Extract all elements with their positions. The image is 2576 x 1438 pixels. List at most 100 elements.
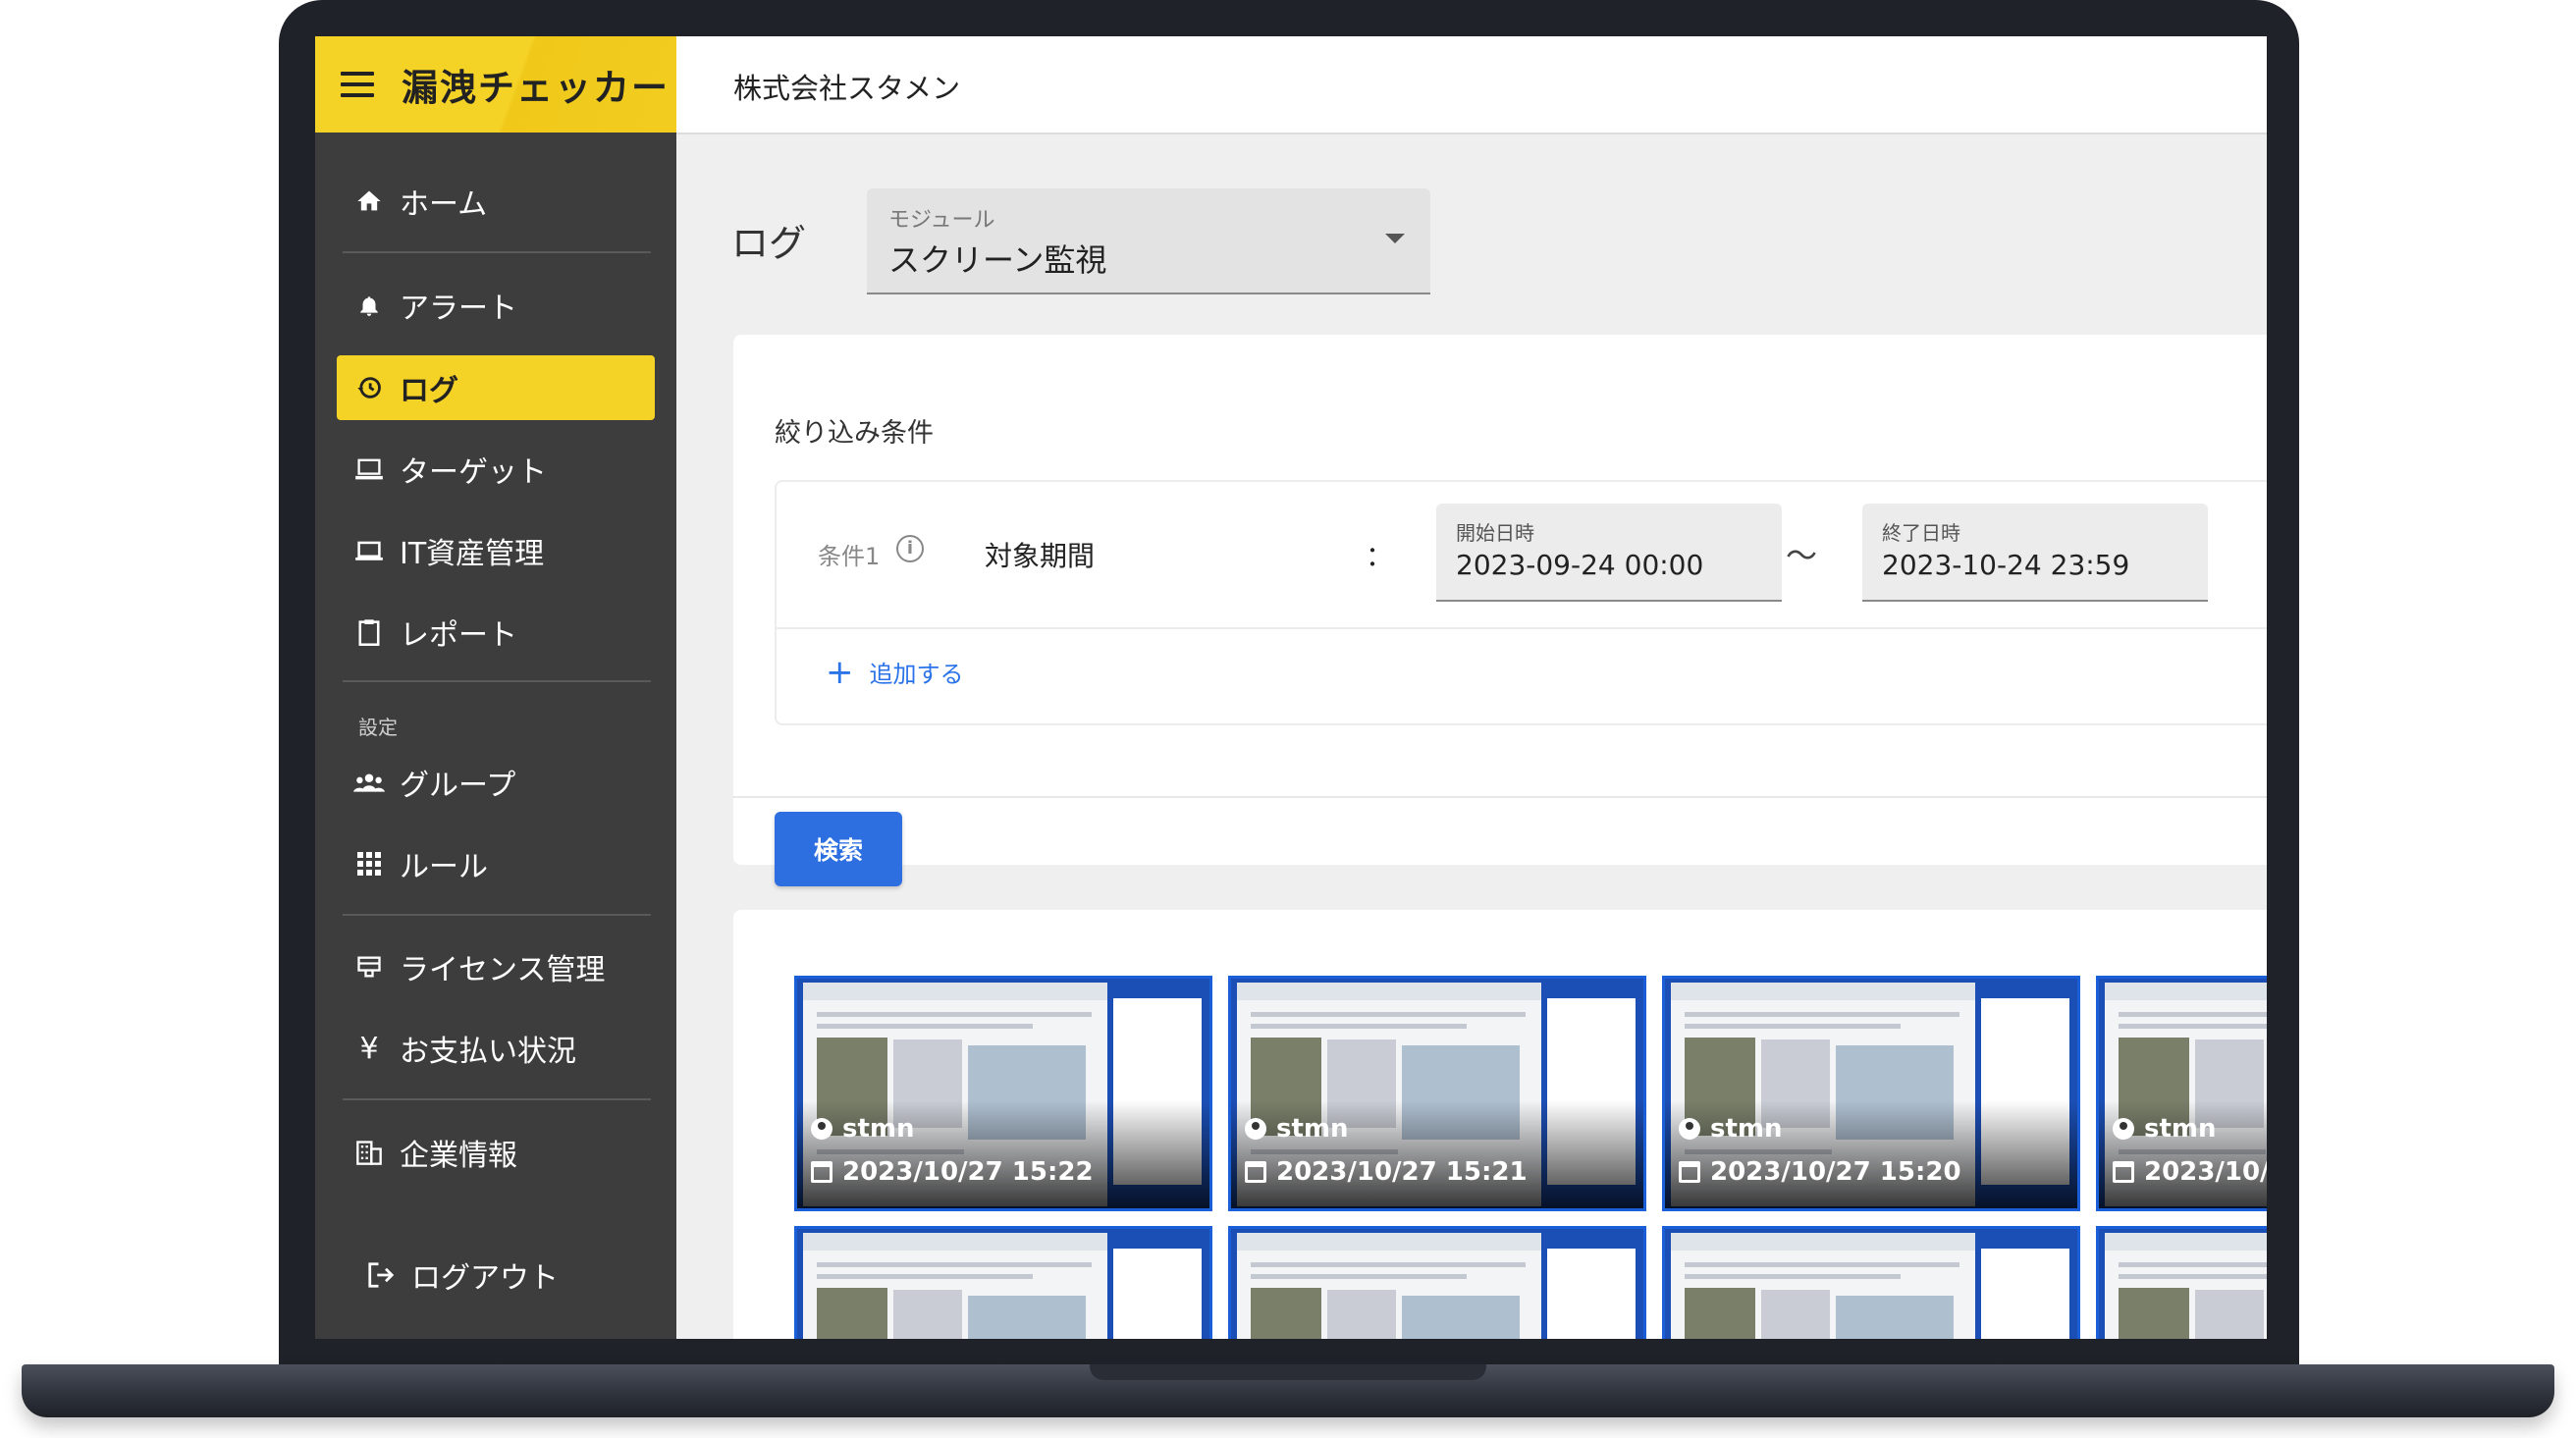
thumbnail-window: [1237, 1233, 1541, 1339]
thumbnail-time: 2023/10/27 15:20: [1679, 1157, 1961, 1187]
module-select-value: スクリーン監視: [888, 241, 1107, 279]
sidebar-item-target[interactable]: ターゲット: [337, 437, 655, 502]
calendar-icon: [2113, 1161, 2134, 1183]
sidebar-divider: [343, 680, 651, 682]
history-icon: [352, 371, 386, 404]
logo-bar: 漏洩チェッカー: [315, 36, 676, 133]
screenshot-thumbnail[interactable]: stmn 2023/10/27 15:22: [794, 976, 1212, 1211]
screenshot-thumbnail[interactable]: [1662, 1226, 2080, 1339]
yen-icon: ¥: [359, 1031, 379, 1066]
add-condition-button[interactable]: + 追加する: [826, 655, 964, 689]
condition-box: 条件1 i 対象期間 ： 開始日時 2023-09-24 00:00 〜 終了日…: [775, 480, 2267, 725]
screenshot-thumbnail[interactable]: stmn 2023/10/27 15:21: [1228, 976, 1646, 1211]
sidebar-item-payment[interactable]: ¥ お支払い状況: [337, 1016, 655, 1081]
app-logo: 漏洩チェッカー: [402, 67, 670, 109]
filter-card: 絞り込み条件 条件1 i 対象期間 ： 開始日時 2023-09-24 00:0…: [733, 335, 2267, 886]
info-icon[interactable]: i: [896, 535, 924, 562]
thumbnail-window: [2105, 1233, 2267, 1339]
sidebar-item-label: ライセンス管理: [400, 953, 606, 987]
laptop-icon: [352, 534, 386, 567]
thumbnail-time: 2023/10/27 15:21: [1245, 1157, 1528, 1187]
screenshot-thumbnail[interactable]: [794, 1226, 1212, 1339]
range-separator: 〜: [1786, 537, 1818, 574]
caret-down-icon: [1385, 234, 1405, 243]
calendar-icon: [1679, 1161, 1700, 1183]
company-name: 株式会社スタメン: [733, 72, 961, 105]
sidebar-item-company[interactable]: 企業情報: [337, 1120, 655, 1185]
add-condition-label: 追加する: [869, 661, 964, 688]
thumbnail-side-panel: [1113, 1249, 1202, 1339]
condition-label: 条件1: [818, 543, 881, 570]
search-button[interactable]: 検索: [775, 812, 902, 886]
user-icon: [811, 1118, 832, 1140]
sidebar-item-report[interactable]: レポート: [337, 600, 655, 665]
sidebar-item-label: お支払い状況: [400, 1035, 576, 1069]
screenshot-thumbnail[interactable]: stmn 2023/10/27 15:20: [1662, 976, 2080, 1211]
sidebar-divider: [343, 1098, 651, 1100]
sidebar-item-it-assets[interactable]: IT資産管理: [337, 518, 655, 583]
sidebar-item-label: レポート: [400, 618, 517, 653]
start-datetime-value: 2023-09-24 00:00: [1456, 549, 1704, 581]
sidebar-item-label: グループ: [400, 769, 516, 803]
calendar-icon: [811, 1161, 832, 1183]
thumbnail-user: stmn: [2113, 1114, 2217, 1144]
logout-label: ログアウト: [411, 1261, 559, 1296]
logout-icon: [364, 1258, 398, 1292]
sidebar: 漏洩チェッカー ホーム アラート ログ ターゲット IT資産管理 レポート 設定…: [315, 36, 676, 1339]
thumbnail-user: stmn: [1245, 1114, 1349, 1144]
plus-icon: +: [826, 652, 854, 692]
thumbnail-side-panel: [1981, 1249, 2069, 1339]
filter-divider: [733, 796, 2267, 798]
start-datetime-label: 開始日時: [1456, 521, 1534, 545]
sidebar-item-home[interactable]: ホーム: [337, 169, 655, 234]
start-datetime-field[interactable]: 開始日時 2023-09-24 00:00: [1436, 504, 1782, 602]
license-icon: [352, 950, 386, 984]
sidebar-item-label: ルール: [400, 850, 488, 884]
end-datetime-field[interactable]: 終了日時 2023-10-24 23:59: [1862, 504, 2208, 602]
sidebar-divider: [343, 251, 651, 253]
screenshot-thumbnail[interactable]: [2096, 1226, 2267, 1339]
condition-name: 対象期間: [985, 540, 1096, 572]
group-icon: [352, 766, 386, 799]
logout-button[interactable]: ログアウト: [337, 1243, 655, 1307]
thumbnail-window: [803, 1233, 1107, 1339]
filter-heading: 絞り込み条件: [775, 418, 934, 449]
calendar-icon: [1245, 1161, 1266, 1183]
screenshot-thumbnail[interactable]: stmn 2023/10/27: [2096, 976, 2267, 1211]
sidebar-item-license[interactable]: ライセンス管理: [337, 934, 655, 999]
hamburger-menu-icon[interactable]: [341, 72, 374, 97]
bell-icon: [352, 289, 386, 322]
building-icon: [352, 1136, 386, 1169]
top-bar: 株式会社スタメン: [676, 36, 2267, 134]
thumbnail-time: 2023/10/27 15:22: [811, 1157, 1094, 1187]
sidebar-item-group[interactable]: グループ: [337, 750, 655, 815]
user-icon: [2113, 1118, 2134, 1140]
clipboard-icon: [352, 615, 386, 649]
app-screen: 漏洩チェッカー ホーム アラート ログ ターゲット IT資産管理 レポート 設定…: [315, 36, 2267, 1339]
thumbnail-user: stmn: [811, 1114, 915, 1144]
sidebar-item-log[interactable]: ログ: [337, 355, 655, 420]
user-icon: [1679, 1118, 1700, 1140]
sidebar-item-label: IT資産管理: [400, 537, 545, 571]
sidebar-item-label: 企業情報: [400, 1139, 517, 1173]
sidebar-item-label: ホーム: [400, 187, 488, 222]
sidebar-item-rule[interactable]: ルール: [337, 831, 655, 896]
target-device-icon: [352, 453, 386, 486]
sidebar-item-label: ターゲット: [400, 455, 547, 490]
condition-colon: ：: [1366, 540, 1394, 572]
user-icon: [1245, 1118, 1266, 1140]
screenshot-thumbnail[interactable]: [1228, 1226, 1646, 1339]
thumbnail-user: stmn: [1679, 1114, 1783, 1144]
condition-row: 条件1 i 対象期間 ： 開始日時 2023-09-24 00:00 〜 終了日…: [777, 482, 2267, 629]
grid-icon: [352, 847, 386, 880]
sidebar-item-alert[interactable]: アラート: [337, 273, 655, 338]
thumbnail-side-panel: [1547, 1249, 1636, 1339]
results-card: stmn 2023/10/27 15:22 stmn 2023/10/27 15…: [733, 910, 2267, 1339]
sidebar-item-label: アラート: [400, 292, 517, 326]
settings-section-label: 設定: [358, 716, 398, 739]
module-select[interactable]: モジュール スクリーン監視: [867, 188, 1430, 294]
thumbnail-time: 2023/10/27: [2113, 1157, 2267, 1187]
laptop-base-notch: [1090, 1364, 1486, 1380]
module-select-label: モジュール: [888, 208, 995, 233]
thumbnail-window: [1671, 1233, 1975, 1339]
